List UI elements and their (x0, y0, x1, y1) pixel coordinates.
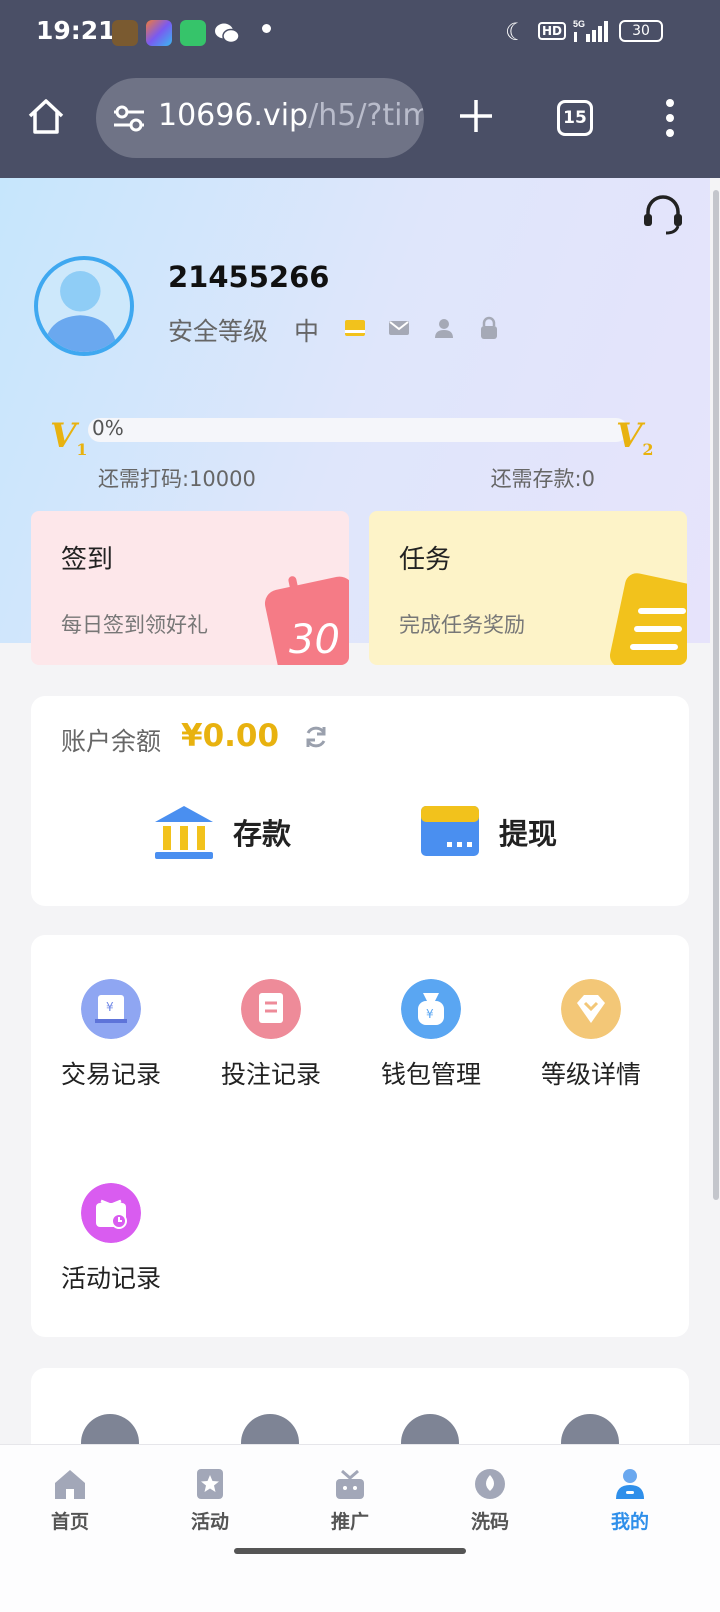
activity-record-item[interactable]: 活动记录 (31, 1183, 191, 1313)
site-settings-icon[interactable] (112, 104, 146, 132)
profile-icon (616, 1469, 644, 1499)
wallet-manage-label: 钱包管理 (380, 1060, 481, 1089)
nav-rebate[interactable]: 洗码 (440, 1467, 540, 1534)
lock-icon[interactable] (477, 316, 501, 340)
withdraw-button[interactable]: 提现 (417, 800, 557, 864)
vip-current-level-icon: V1 (50, 416, 88, 459)
activity-record-label: 活动记录 (60, 1264, 161, 1293)
gift-icon (81, 1183, 141, 1243)
mail-icon[interactable] (387, 316, 411, 340)
bottom-navigation: 首页 活动 推广 洗码 我的 (0, 1444, 720, 1612)
nav-activity-label: 活动 (190, 1511, 229, 1533)
balance-value: ¥0.00 (181, 718, 280, 754)
task-title: 任务 (399, 545, 452, 575)
balance-label: 账户余额 (61, 727, 162, 756)
gift-box-icon (336, 1469, 364, 1499)
signin-subtitle: 每日签到领好礼 (61, 613, 208, 637)
notification-dot (262, 24, 271, 33)
signin-title: 签到 (61, 545, 114, 575)
nav-home[interactable]: 首页 (20, 1467, 120, 1534)
nav-activity[interactable]: 活动 (160, 1467, 260, 1534)
browser-chrome: 19:21 ☾ HD 5G 30 10696.vip/h5/?tim 15 (0, 0, 720, 178)
signal-icon: 5G (573, 19, 608, 42)
home-icon (55, 1470, 85, 1499)
editor-app-icon (146, 20, 172, 46)
url-text[interactable]: 10696.vip/h5/?tim (158, 98, 424, 133)
card-icon[interactable] (343, 316, 367, 340)
withdraw-label: 提现 (499, 817, 558, 851)
scrollbar-thumb[interactable] (713, 190, 719, 1200)
svg-text:¥: ¥ (426, 1007, 434, 1021)
receipt-icon: ¥ (81, 979, 141, 1039)
document-icon (241, 979, 301, 1039)
wallet-icon: ¥ (401, 979, 461, 1039)
messages-app-icon (180, 20, 206, 46)
diamond-icon (561, 979, 621, 1039)
browser-toolbar: 10696.vip/h5/?tim 15 (0, 78, 720, 160)
transaction-record-item[interactable]: ¥ 交易记录 (31, 979, 191, 1109)
star-icon (197, 1469, 223, 1499)
game-app-icon (112, 20, 138, 46)
customer-service-icon[interactable] (640, 192, 686, 238)
level-details-item[interactable]: 等级详情 (511, 979, 671, 1109)
task-card[interactable]: 任务 完成任务奖励 (369, 511, 687, 665)
nav-promote-label: 推广 (330, 1511, 369, 1533)
nav-mine-label: 我的 (610, 1511, 649, 1533)
wechat-icon (215, 23, 240, 44)
card-withdraw-icon (421, 806, 479, 856)
vip-progress-bar (88, 418, 628, 442)
more-menu-icon[interactable] (660, 96, 680, 140)
deposit-button[interactable]: 存款 (151, 800, 291, 864)
user-icon[interactable] (432, 316, 456, 340)
username: 21455266 (168, 260, 330, 294)
nav-rebate-label: 洗码 (470, 1511, 509, 1533)
dnd-moon-icon: ☾ (505, 18, 527, 46)
wallet-manage-item[interactable]: ¥ 钱包管理 (351, 979, 511, 1109)
calendar-icon: 30 (264, 576, 349, 665)
deposit-label: 存款 (233, 817, 292, 851)
drop-icon (475, 1469, 505, 1499)
signin-card[interactable]: 签到 每日签到领好礼 30 (31, 511, 349, 665)
profile-page: 21455266 安全等级 中 V1 0% V2 还需打码:10000 还需存款… (0, 178, 710, 1488)
avatar[interactable] (34, 256, 134, 356)
level-details-label: 等级详情 (540, 1060, 641, 1089)
tab-switcher-button[interactable]: 15 (557, 100, 593, 136)
balance-panel: 账户余额 ¥0.00 存款 提现 (31, 696, 689, 906)
bank-icon (155, 806, 213, 859)
home-button-icon[interactable] (26, 96, 66, 136)
new-tab-icon[interactable] (456, 96, 496, 136)
nav-mine[interactable]: 我的 (580, 1467, 680, 1534)
hd-badge: HD (538, 22, 567, 40)
nav-promote[interactable]: 推广 (300, 1467, 400, 1534)
need-bet-amount: 还需打码:10000 (98, 467, 256, 491)
status-time: 19:21 (36, 16, 116, 45)
status-bar: 19:21 ☾ HD 5G 30 (0, 0, 720, 64)
svg-text:30: 30 (289, 617, 340, 663)
avatar-person-icon (43, 271, 118, 352)
transaction-record-label: 交易记录 (60, 1060, 161, 1089)
function-menu-panel: ¥ 交易记录 投注记录 ¥ 钱包管理 等级详情 活动记录 (31, 935, 689, 1337)
bet-record-label: 投注记录 (220, 1060, 321, 1089)
security-level-label: 安全等级 (168, 317, 269, 346)
refresh-icon[interactable] (303, 724, 329, 750)
task-list-icon (609, 573, 687, 665)
nav-home-label: 首页 (50, 1511, 89, 1533)
battery-icon: 30 (619, 20, 663, 42)
svg-text:¥: ¥ (106, 1000, 114, 1014)
vip-progress-text: 0% (92, 416, 124, 440)
home-indicator (234, 1548, 466, 1554)
need-deposit-amount: 还需存款:0 (490, 467, 595, 491)
svg-text:5G: 5G (573, 19, 585, 29)
bet-record-item[interactable]: 投注记录 (191, 979, 351, 1109)
vip-next-level-icon: V2 (616, 416, 654, 459)
task-subtitle: 完成任务奖励 (399, 613, 525, 637)
security-level-value: 中 (294, 317, 320, 346)
address-bar[interactable]: 10696.vip/h5/?tim (96, 78, 424, 158)
